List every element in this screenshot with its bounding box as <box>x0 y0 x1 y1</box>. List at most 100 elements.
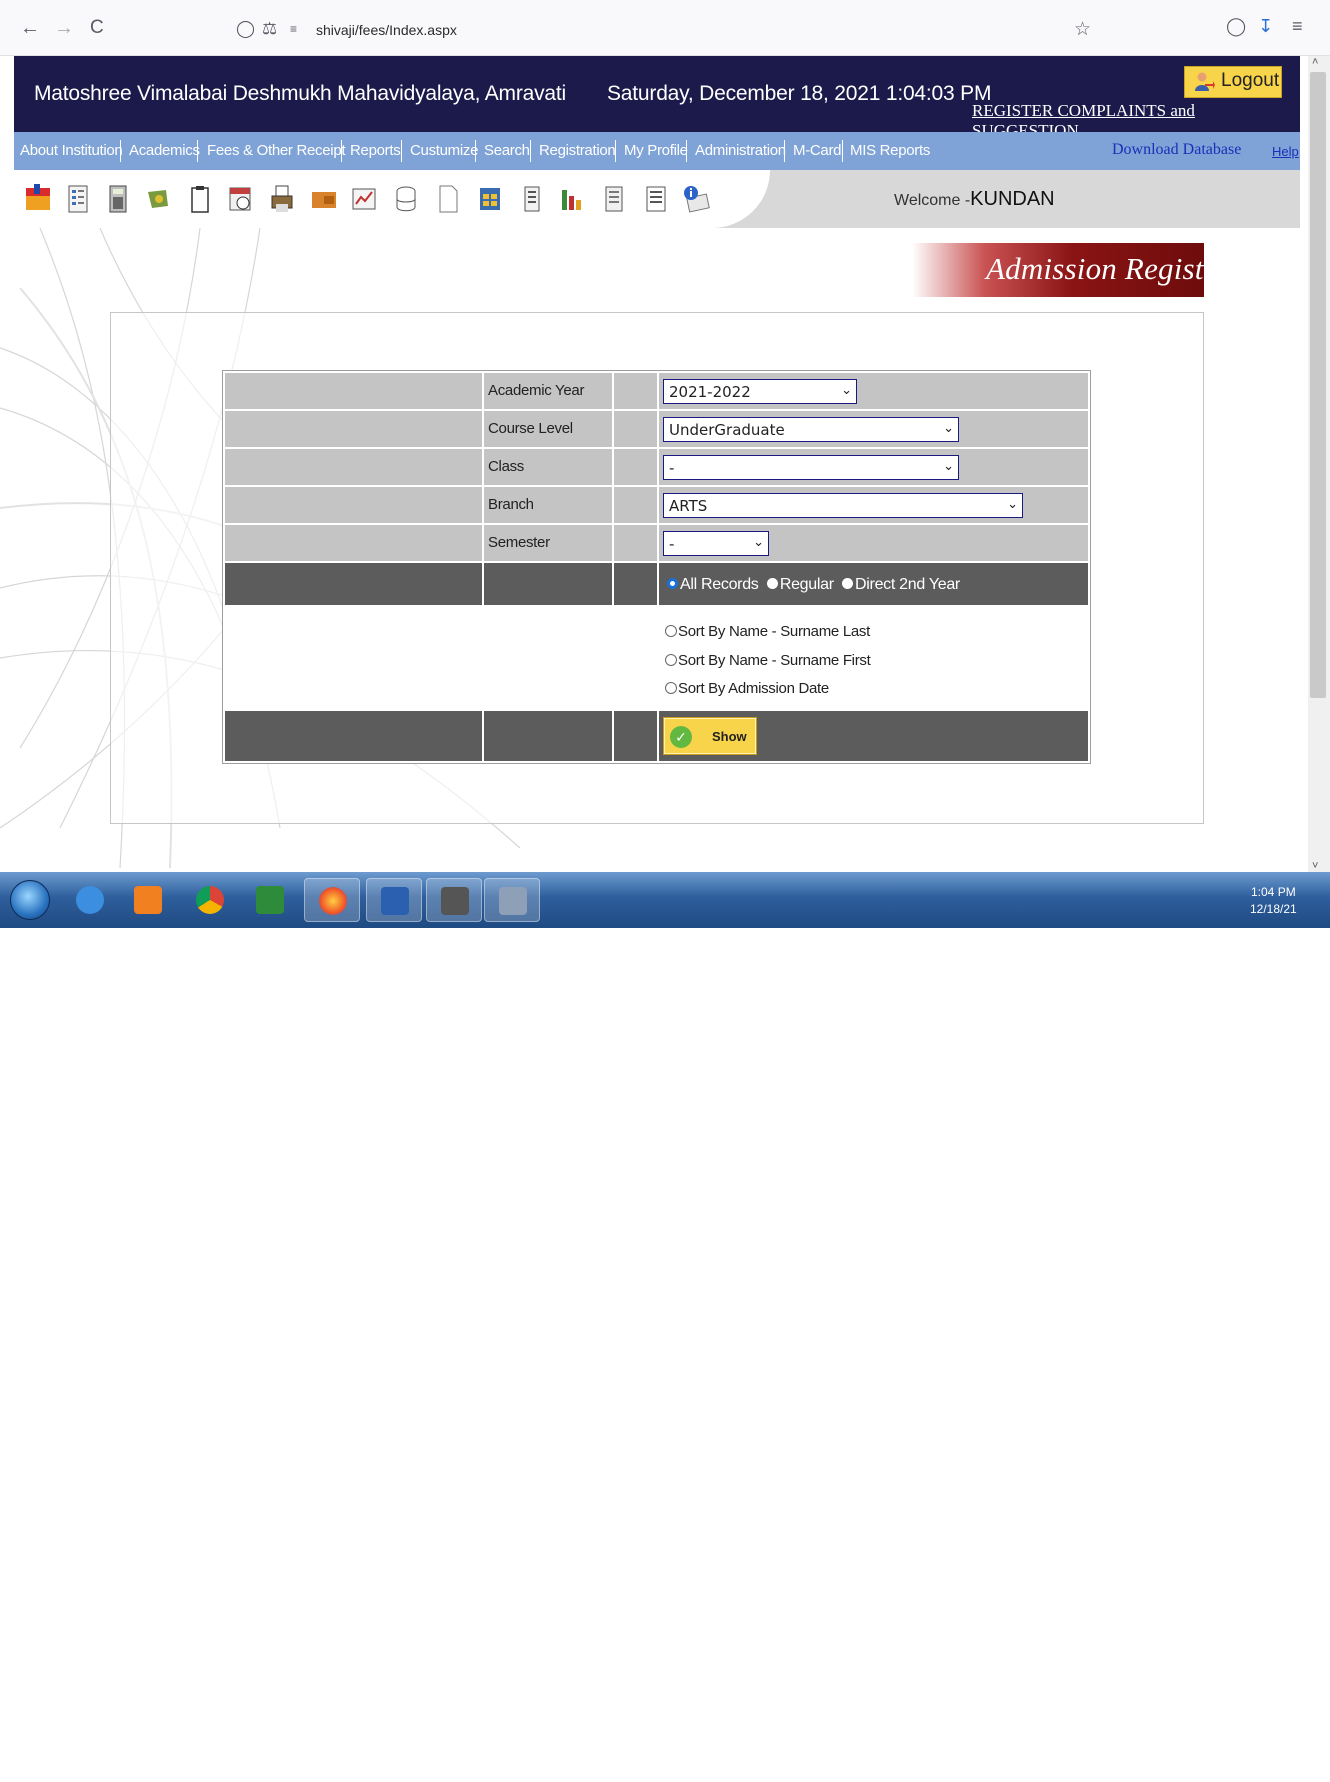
main-menu: About Institution Academics Fees & Other… <box>14 132 1300 170</box>
taskbar-firefox[interactable] <box>304 878 360 922</box>
branch-label: Branch <box>488 496 534 513</box>
download-database-link[interactable]: Download Database <box>1112 141 1241 159</box>
sort-option-label: Sort By Admission Date <box>678 680 829 697</box>
clipboard-icon[interactable] <box>186 184 214 214</box>
exit-icon[interactable] <box>24 184 52 214</box>
semester-select[interactable]: - ⌄ <box>663 531 769 556</box>
course-level-label: Course Level <box>488 420 573 437</box>
row-semester: Semester - ⌄ <box>223 525 1090 561</box>
excel-icon <box>256 886 284 914</box>
toolbar-icons-area <box>14 170 770 228</box>
menu-separator <box>341 140 342 162</box>
menu-fees-other-receipt[interactable]: Fees & Other Receipt <box>207 142 346 159</box>
filter-option-direct-2nd-year[interactable]: Direct 2nd Year <box>842 576 960 593</box>
branch-select[interactable]: ARTS ⌄ <box>663 493 1023 518</box>
menu-m-card[interactable]: M-Card <box>793 142 842 159</box>
input-cell: - ⌄ <box>659 449 1088 485</box>
menu-separator <box>401 140 402 162</box>
welcome-text: Welcome -KUNDAN <box>894 188 1055 211</box>
menu-reports[interactable]: Reports <box>350 142 401 159</box>
calculator-app-icon <box>499 887 527 915</box>
record-filter-group: All Records Regular Direct 2nd Year <box>667 576 960 594</box>
taskbar-printer[interactable] <box>426 878 482 922</box>
bookmark-star-icon[interactable]: ☆ <box>1074 18 1091 41</box>
list-icon[interactable] <box>64 184 92 214</box>
show-button[interactable]: ✓ Show <box>663 717 757 755</box>
input-cell: UnderGraduate ⌄ <box>659 411 1088 447</box>
printer-icon[interactable] <box>268 184 296 214</box>
taskbar-clock[interactable]: 1:04 PM 12/18/21 <box>1250 884 1297 918</box>
taskbar-calculator[interactable] <box>484 878 540 922</box>
class-label: Class <box>488 458 525 475</box>
spreadsheet-icon[interactable] <box>476 184 504 214</box>
menu-custumize[interactable]: Custumize <box>410 142 478 159</box>
course-level-select[interactable]: UnderGraduate ⌄ <box>663 417 959 442</box>
help-link[interactable]: Help <box>1272 144 1299 159</box>
presentation-icon[interactable] <box>350 184 378 214</box>
database-icon[interactable] <box>392 184 420 214</box>
reload-icon[interactable]: C <box>90 18 104 38</box>
menu-separator <box>784 140 785 162</box>
start-button[interactable] <box>10 880 50 920</box>
menu-separator <box>197 140 198 162</box>
report-icon[interactable] <box>642 184 670 214</box>
url-text[interactable]: shivaji/fees/Index.aspx <box>316 22 457 38</box>
scroll-up-icon[interactable]: ˄ <box>1312 56 1318 68</box>
welcome-prefix: Welcome - <box>894 192 971 209</box>
taskbar-excel[interactable] <box>242 878 298 922</box>
sort-option-surname-first[interactable]: Sort By Name - Surname First <box>665 652 871 669</box>
institution-name: Matoshree Vimalabai Deshmukh Mahavidyala… <box>34 82 566 105</box>
address-bar[interactable]: ◯ ⚖ ≡ shivaji/fees/Index.aspx <box>228 10 1108 48</box>
menu-about-institution[interactable]: About Institution <box>20 142 123 159</box>
page-title-banner: Admission Register <box>912 243 1230 297</box>
sort-option-admission-date[interactable]: Sort By Admission Date <box>665 680 829 697</box>
menu-mis-reports[interactable]: MIS Reports <box>850 142 930 159</box>
sort-option-surname-last[interactable]: Sort By Name - Surname Last <box>665 623 870 640</box>
row-spacer <box>225 487 482 523</box>
row-record-filter: All Records Regular Direct 2nd Year <box>223 563 1090 605</box>
taskbar-media[interactable] <box>120 878 176 922</box>
notes-icon[interactable] <box>600 184 628 214</box>
taskbar-ie[interactable] <box>62 878 118 922</box>
calendar-icon[interactable] <box>226 184 254 214</box>
academic-year-select[interactable]: 2021-2022 ⌄ <box>663 379 857 404</box>
system-tray-icons[interactable]: ▴ ⚑ ▢ ♬ <box>1152 1765 1214 1782</box>
scrollbar-thumb[interactable] <box>1310 72 1326 698</box>
back-icon[interactable]: ← <box>20 18 40 38</box>
calculator-icon[interactable] <box>104 184 132 214</box>
logout-button[interactable]: Logout <box>1184 66 1282 98</box>
document-icon[interactable] <box>434 184 462 214</box>
permissions-icon[interactable]: ⚖ <box>262 19 277 39</box>
windows-taskbar: ▴ ⚑ ▢ ♬ <box>0 872 1330 1781</box>
taskbar-word[interactable] <box>366 878 422 922</box>
row-spacer <box>225 373 482 409</box>
menu-my-profile[interactable]: My Profile <box>624 142 688 159</box>
menu-registration[interactable]: Registration <box>539 142 616 159</box>
ledger-icon[interactable] <box>518 184 546 214</box>
taskbar-chrome[interactable] <box>182 878 238 922</box>
info-mail-icon[interactable] <box>682 184 710 214</box>
scroll-down-icon[interactable]: ˅ <box>1312 860 1318 872</box>
menu-academics[interactable]: Academics <box>129 142 200 159</box>
menu-search[interactable]: Search <box>484 142 530 159</box>
download-icon[interactable]: ↧ <box>1258 16 1273 37</box>
pocket-icon[interactable]: ◯ <box>1226 16 1246 37</box>
filter-option-all-records[interactable]: All Records <box>667 576 759 593</box>
class-select[interactable]: - ⌄ <box>663 455 959 480</box>
filter-option-regular[interactable]: Regular <box>766 576 834 593</box>
page-content: Matoshree Vimalabai Deshmukh Mahavidyala… <box>0 56 1308 872</box>
menu-administration[interactable]: Administration <box>695 142 786 159</box>
word-icon <box>381 887 409 915</box>
money-icon[interactable] <box>144 184 172 214</box>
forward-icon[interactable]: → <box>54 18 74 38</box>
bar-chart-icon[interactable] <box>558 184 586 214</box>
row-spacer <box>225 563 482 605</box>
site-header: Matoshree Vimalabai Deshmukh Mahavidyala… <box>14 56 1300 140</box>
media-player-icon <box>134 886 162 914</box>
wallet-icon[interactable] <box>310 184 338 214</box>
menu-separator <box>615 140 616 162</box>
menu-icon[interactable]: ≡ <box>1292 16 1303 37</box>
row-class: Class - ⌄ <box>223 449 1090 485</box>
chrome-icon <box>196 886 224 914</box>
label-cell: Branch <box>484 487 612 523</box>
